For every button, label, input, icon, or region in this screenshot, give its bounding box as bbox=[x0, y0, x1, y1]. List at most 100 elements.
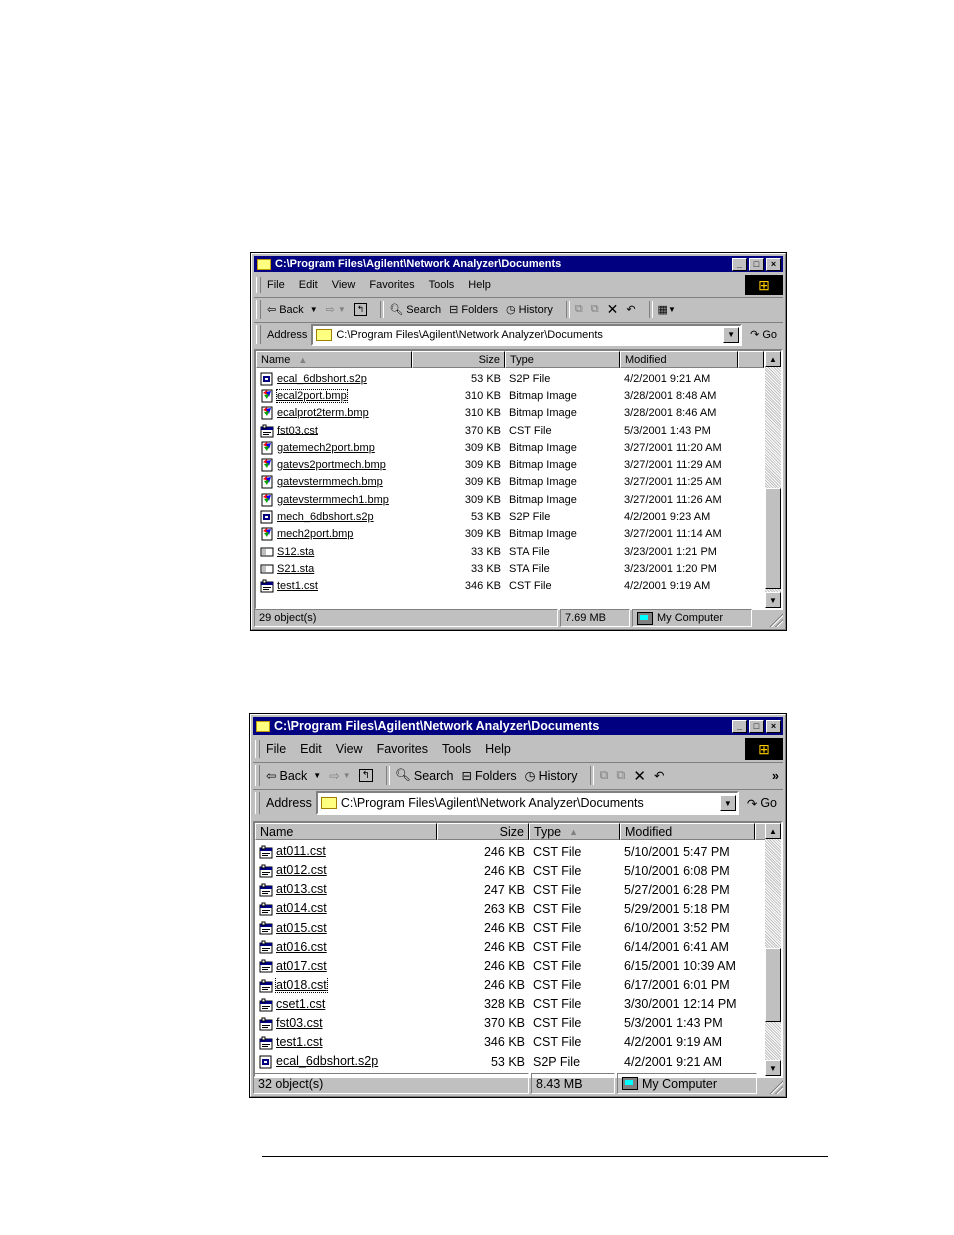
file-list[interactable]: Name ▲ Size Type Modified ecal_6dbshort.s… bbox=[254, 349, 783, 610]
column-header-size[interactable]: Size bbox=[412, 351, 505, 368]
file-row[interactable]: at018.cst 246 KB CST File 6/17/2001 6:01 PM bbox=[255, 976, 755, 995]
menu-edit[interactable]: Edit bbox=[300, 742, 322, 756]
file-name[interactable]: at015.cst bbox=[276, 921, 327, 935]
address-input[interactable]: C:\Program Files\Agilent\Network Analyze… bbox=[315, 791, 739, 815]
menu-tools[interactable]: Tools bbox=[442, 742, 471, 756]
toolbar-grip[interactable] bbox=[255, 740, 260, 758]
file-name[interactable]: at018.cst bbox=[275, 977, 328, 993]
file-name[interactable]: cset1.cst bbox=[276, 997, 325, 1011]
file-row[interactable]: fst03.cst 370 KB CST File 5/3/2001 1:43 PM bbox=[256, 422, 738, 439]
menu-file[interactable]: File bbox=[266, 742, 286, 756]
maximize-button[interactable]: □ bbox=[749, 719, 764, 733]
file-name[interactable]: gatevstermmech1.bmp bbox=[277, 494, 389, 506]
file-row[interactable]: at014.cst 263 KB CST File 5/29/2001 5:18 PM bbox=[255, 899, 755, 918]
column-header-name[interactable]: Name bbox=[255, 823, 437, 840]
folders-button[interactable]: ⊟ Folders bbox=[461, 768, 516, 784]
file-name[interactable]: at014.cst bbox=[276, 901, 327, 915]
menu-help[interactable]: Help bbox=[485, 742, 511, 756]
file-name[interactable]: at016.cst bbox=[276, 940, 327, 954]
file-row[interactable]: ecal2port.bmp 310 KB Bitmap Image 3/28/2001… bbox=[256, 387, 738, 404]
minimize-button[interactable]: _ bbox=[732, 719, 747, 733]
file-row[interactable]: gatevs2portmech.bmp 309 KB Bitmap Image 3/2… bbox=[256, 456, 738, 473]
title-bar[interactable]: C:\Program Files\Agilent\Network Analyze… bbox=[254, 256, 783, 272]
file-row[interactable]: S12.sta 33 KB STA File 3/23/2001 1:21 PM bbox=[256, 543, 738, 560]
toolbar-grip[interactable] bbox=[256, 277, 261, 293]
file-name[interactable]: mech2port.bmp bbox=[277, 528, 353, 540]
file-row[interactable]: at015.cst 246 KB CST File 6/10/2001 3:52 PM bbox=[255, 918, 755, 937]
file-name[interactable]: at012.cst bbox=[276, 863, 327, 877]
go-button[interactable]: ↷ Go bbox=[747, 796, 777, 811]
column-header-modified[interactable]: Modified bbox=[620, 351, 738, 368]
address-dropdown-icon[interactable]: ▼ bbox=[719, 795, 736, 811]
file-row[interactable]: test1.cst 346 KB CST File 4/2/2001 9:19 AM bbox=[256, 578, 738, 595]
file-row[interactable]: gatevstermmech1.bmp 309 KB Bitmap Image 3/2… bbox=[256, 491, 738, 508]
scroll-thumb[interactable] bbox=[765, 488, 781, 589]
file-row[interactable]: at013.cst 247 KB CST File 5/27/2001 6:28 PM bbox=[255, 880, 755, 899]
scroll-down-button[interactable]: ▼ bbox=[765, 592, 781, 608]
copy-to-button[interactable]: ⧉ bbox=[616, 768, 625, 783]
file-name[interactable]: ecal_6dbshort.s2p bbox=[276, 1054, 378, 1068]
toolbar-grip[interactable] bbox=[256, 325, 261, 344]
column-header-type[interactable]: Type ▲ bbox=[529, 823, 620, 840]
minimize-button[interactable]: _ bbox=[732, 257, 747, 271]
file-name[interactable]: ecalprot2term.bmp bbox=[277, 407, 369, 419]
go-button[interactable]: ↷ Go bbox=[750, 328, 777, 342]
forward-dropdown-icon[interactable]: ▼ bbox=[338, 305, 346, 314]
toolbar-grip[interactable] bbox=[256, 300, 261, 319]
file-row[interactable]: ecalprot2term.bmp 310 KB Bitmap Image 3/28/… bbox=[256, 405, 738, 422]
toolbar-overflow-button[interactable]: » bbox=[772, 769, 779, 783]
file-name[interactable]: test1.cst bbox=[276, 1035, 323, 1049]
search-button[interactable]: 🔍︎ Search bbox=[395, 768, 453, 783]
history-button[interactable]: ◷ History bbox=[506, 303, 553, 317]
file-row[interactable]: S21.sta 33 KB STA File 3/23/2001 1:20 PM bbox=[256, 560, 738, 577]
scroll-up-button[interactable]: ▲ bbox=[765, 823, 781, 839]
column-header-size[interactable]: Size bbox=[437, 823, 529, 840]
up-folder-button[interactable]: ↰ bbox=[353, 303, 368, 316]
file-row[interactable]: gatemech2port.bmp 309 KB Bitmap Image 3/27/… bbox=[256, 439, 738, 456]
views-button[interactable]: ▦ ▼ bbox=[658, 303, 676, 316]
copy-to-button[interactable]: ⧉ bbox=[591, 303, 599, 316]
file-row[interactable]: mech2port.bmp 309 KB Bitmap Image 3/27/2001… bbox=[256, 526, 738, 543]
file-name[interactable]: S21.sta bbox=[277, 563, 314, 575]
up-folder-button[interactable]: ↰ bbox=[358, 769, 373, 782]
toolbar-grip[interactable] bbox=[255, 765, 260, 786]
file-name[interactable]: at013.cst bbox=[276, 882, 327, 896]
folders-button[interactable]: ⊟ Folders bbox=[449, 303, 498, 317]
menu-help[interactable]: Help bbox=[468, 279, 491, 291]
file-row[interactable]: at017.cst 246 KB CST File 6/15/2001 10:39 A… bbox=[255, 957, 755, 976]
views-dropdown-icon[interactable]: ▼ bbox=[668, 305, 676, 314]
menu-edit[interactable]: Edit bbox=[299, 279, 318, 291]
move-to-button[interactable]: ⧉ bbox=[575, 303, 583, 316]
menu-favorites[interactable]: Favorites bbox=[377, 742, 428, 756]
menu-file[interactable]: File bbox=[267, 279, 285, 291]
file-name[interactable]: gatevstermmech.bmp bbox=[277, 476, 383, 488]
file-row[interactable]: gatevstermmech.bmp 309 KB Bitmap Image 3/27… bbox=[256, 474, 738, 491]
file-name[interactable]: ecal_6dbshort.s2p bbox=[277, 373, 367, 385]
history-button[interactable]: ◷ History bbox=[525, 768, 578, 784]
delete-button[interactable]: ✕ bbox=[607, 301, 619, 318]
resize-grip[interactable] bbox=[769, 613, 783, 627]
close-button[interactable]: × bbox=[766, 719, 781, 733]
resize-grip[interactable] bbox=[769, 1080, 783, 1094]
menu-view[interactable]: View bbox=[336, 742, 363, 756]
delete-button[interactable]: ✕ bbox=[633, 767, 646, 785]
address-input[interactable]: C:\Program Files\Agilent\Network Analyze… bbox=[311, 323, 743, 346]
back-button[interactable]: ⇦ Back ▼ bbox=[267, 303, 318, 317]
file-row[interactable]: fst03.cst 370 KB CST File 5/3/2001 1:43 PM bbox=[255, 1014, 755, 1033]
file-name[interactable]: mech_6dbshort.s2p bbox=[277, 511, 374, 523]
file-row[interactable]: ecal_6dbshort.s2p 53 KB S2P File 4/2/2001 9… bbox=[255, 1052, 755, 1071]
forward-button[interactable]: ⇨ ▼ bbox=[326, 303, 346, 316]
file-name[interactable]: at017.cst bbox=[276, 959, 327, 973]
forward-dropdown-icon[interactable]: ▼ bbox=[343, 771, 351, 780]
title-bar[interactable]: C:\Program Files\Agilent\Network Analyze… bbox=[253, 717, 783, 735]
scroll-up-button[interactable]: ▲ bbox=[765, 351, 781, 367]
menu-view[interactable]: View bbox=[332, 279, 356, 291]
file-name[interactable]: at011.cst bbox=[276, 844, 326, 858]
file-list[interactable]: Name Size Type ▲ Modified at011.cst 246 KB… bbox=[253, 821, 783, 1078]
file-name[interactable]: test1.cst bbox=[277, 580, 318, 592]
forward-button[interactable]: ⇨ ▼ bbox=[329, 768, 350, 783]
file-row[interactable]: at012.cst 246 KB CST File 5/10/2001 6:08 PM bbox=[255, 861, 755, 880]
back-button[interactable]: ⇦ Back ▼ bbox=[266, 768, 321, 784]
menu-tools[interactable]: Tools bbox=[429, 279, 455, 291]
file-row[interactable]: ecal_6dbshort.s2p 53 KB S2P File 4/2/2001 9… bbox=[256, 370, 738, 387]
